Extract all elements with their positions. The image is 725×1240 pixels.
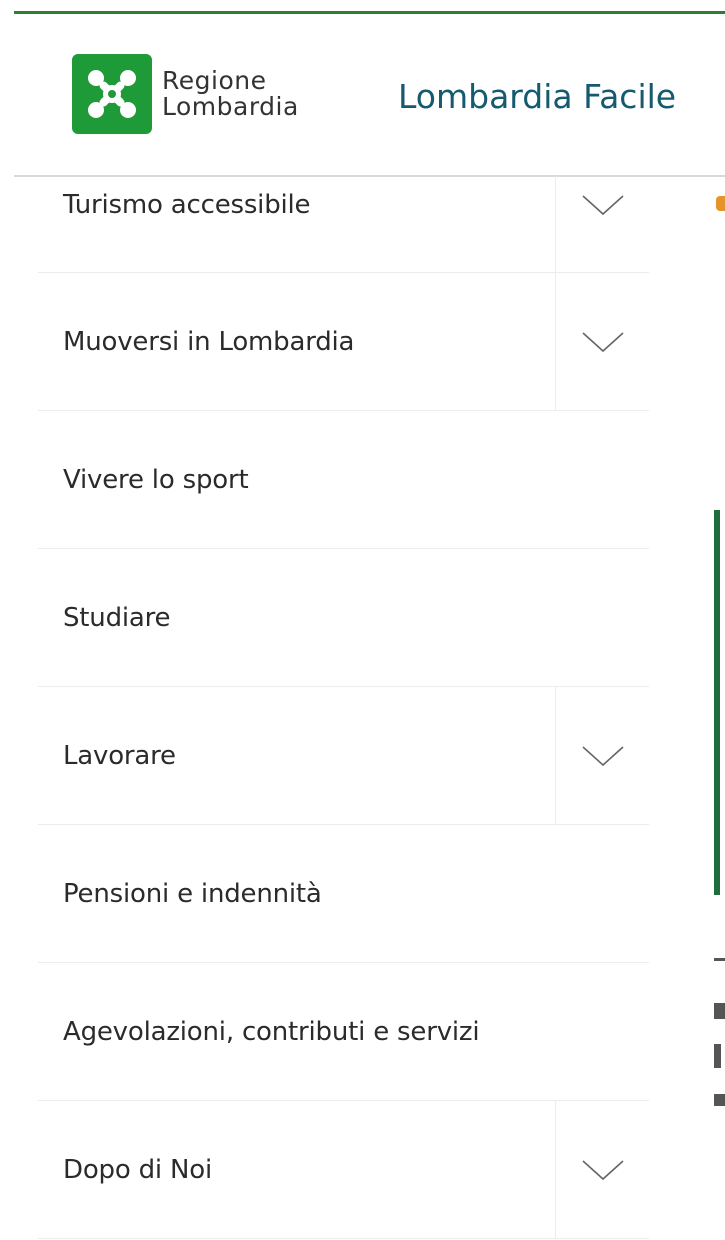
main-menu: Turismo accessibile Muoversi in Lombardi… xyxy=(38,176,649,1239)
menu-item-label[interactable]: Agevolazioni, contributi e servizi xyxy=(38,1017,480,1047)
menu-item-vivere-lo-sport[interactable]: Vivere lo sport xyxy=(38,411,649,549)
menu-item-label[interactable]: Muoversi in Lombardia xyxy=(38,327,354,357)
submenu-toggle[interactable] xyxy=(555,273,649,410)
regione-lombardia-logo[interactable]: Regione Lombardia xyxy=(72,54,299,134)
chevron-down-icon xyxy=(581,195,624,216)
menu-item-studiare[interactable]: Studiare xyxy=(38,549,649,687)
content-fragment xyxy=(714,1003,725,1019)
site-header: Regione Lombardia Lombardia Facile xyxy=(14,14,725,177)
menu-item-label[interactable]: Lavorare xyxy=(38,741,176,771)
page: Regione Lombardia Lombardia Facile Turis… xyxy=(0,0,725,1240)
chevron-down-icon xyxy=(581,745,624,766)
logo-text-line2: Lombardia xyxy=(162,92,299,121)
rosa-camuna-icon xyxy=(72,54,152,134)
site-title[interactable]: Lombardia Facile xyxy=(398,77,676,116)
submenu-toggle[interactable] xyxy=(555,1101,649,1238)
menu-item-label[interactable]: Dopo di Noi xyxy=(38,1155,212,1185)
menu-item-turismo-accessibile[interactable]: Turismo accessibile xyxy=(38,176,649,273)
submenu-toggle[interactable] xyxy=(555,687,649,824)
menu-item-label[interactable]: Studiare xyxy=(38,603,171,633)
menu-item-label[interactable]: Turismo accessibile xyxy=(38,190,311,220)
menu-item-dopo-di-noi[interactable]: Dopo di Noi xyxy=(38,1101,649,1239)
menu-item-lavorare[interactable]: Lavorare xyxy=(38,687,649,825)
menu-item-label[interactable]: Pensioni e indennità xyxy=(38,879,322,909)
logo-text-line1: Regione xyxy=(162,66,267,95)
chevron-down-icon xyxy=(581,331,624,352)
menu-item-label[interactable]: Vivere lo sport xyxy=(38,465,249,495)
content-accent-bar xyxy=(714,510,720,895)
content-fragment xyxy=(714,1044,721,1068)
menu-item-muoversi-in-lombardia[interactable]: Muoversi in Lombardia xyxy=(38,273,649,411)
menu-item-pensioni-e-indennita[interactable]: Pensioni e indennità xyxy=(38,825,649,963)
logo-text: Regione Lombardia xyxy=(162,68,299,120)
content-fragment xyxy=(714,1094,725,1106)
submenu-toggle[interactable] xyxy=(555,176,649,272)
content-fragment xyxy=(714,958,725,961)
menu-item-agevolazioni[interactable]: Agevolazioni, contributi e servizi xyxy=(38,963,649,1101)
content-marker xyxy=(716,196,725,211)
chevron-down-icon xyxy=(581,1159,624,1180)
